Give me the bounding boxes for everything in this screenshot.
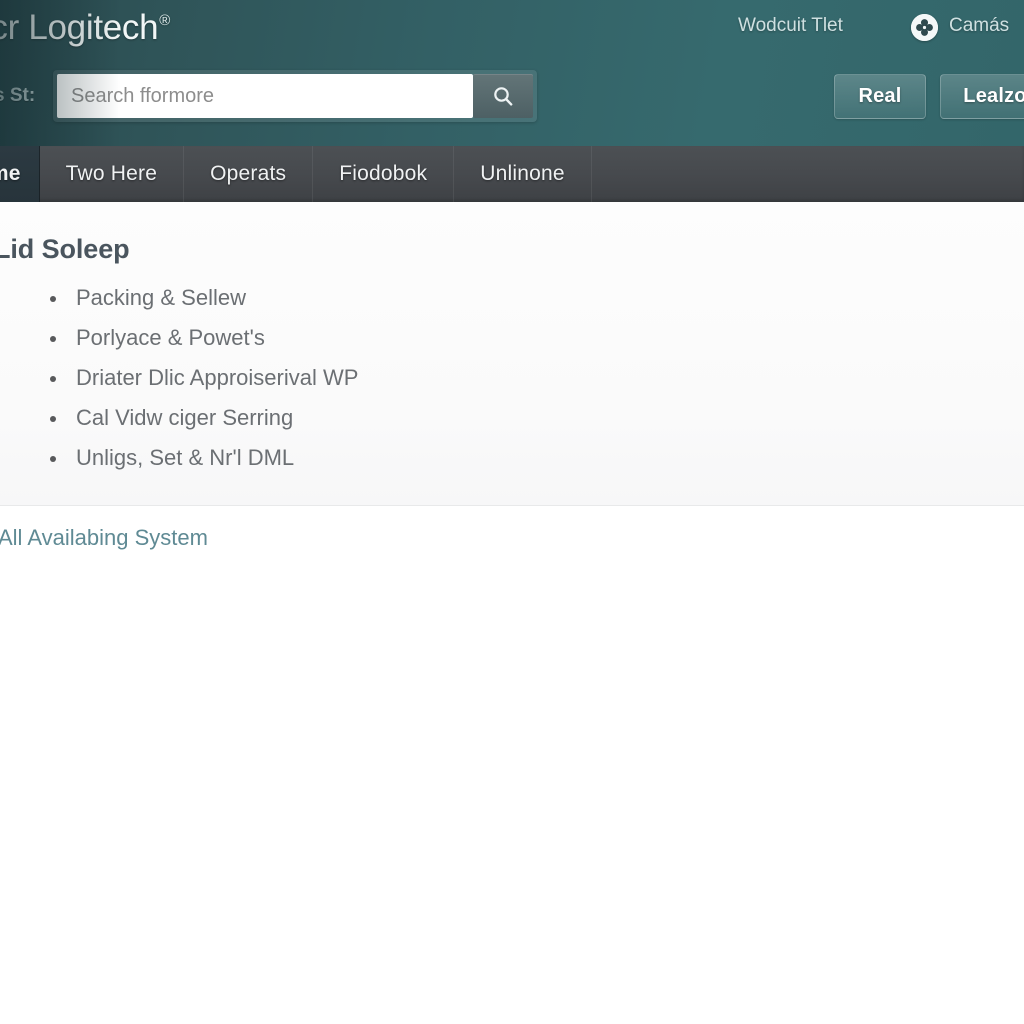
clover-badge-icon[interactable] — [911, 14, 938, 41]
tab-operats[interactable]: Operats — [184, 146, 314, 202]
util-link-1[interactable]: Wodcuit Tlet — [738, 15, 843, 37]
tab-fiodobok[interactable]: Fiodobok — [313, 146, 455, 202]
list-item[interactable]: Cal Vidw ciger Serring — [0, 398, 358, 438]
main-content: Lid Soleep Packing & Sellew Porlyace & P… — [0, 202, 1024, 1024]
list-item[interactable]: Driater Dlic Approiserival WP — [0, 358, 358, 398]
site-header: ificr Logitech® Wodcuit Tlet Camás s St: — [0, 0, 1024, 146]
content-panel: Lid Soleep Packing & Sellew Porlyace & P… — [0, 202, 1024, 505]
empty-content-area — [0, 562, 1024, 1024]
list-item[interactable]: Unligs, Set & Nr'l DML — [0, 438, 358, 478]
search-input[interactable] — [57, 74, 473, 118]
search-submit-button[interactable] — [473, 74, 533, 118]
tab-unlinone[interactable]: Unlinone — [454, 146, 592, 202]
feature-list: Packing & Sellew Porlyace & Powet's Dria… — [0, 278, 358, 478]
page-title: Lid Soleep — [0, 234, 130, 264]
util-link-2[interactable]: Camás — [949, 15, 1009, 37]
content-divider — [0, 505, 1024, 506]
tab-home[interactable]: ame — [0, 146, 40, 202]
tab-two-here[interactable]: Two Here — [40, 146, 185, 202]
header-button-real[interactable]: Real — [834, 74, 926, 119]
tabbar-filler — [592, 146, 1024, 202]
brand-name: ificr Logitech — [0, 8, 159, 47]
list-item[interactable]: Packing & Sellew — [0, 278, 358, 318]
list-item[interactable]: Porlyace & Powet's — [0, 318, 358, 358]
search-prefix-label: s St: — [0, 85, 36, 106]
registered-trademark-icon: ® — [159, 12, 171, 29]
main-navigation-tabs: ame Two Here Operats Fiodobok Unlinone — [0, 146, 1024, 202]
header-button-lealzo[interactable]: Lealzo — [940, 74, 1024, 119]
search-icon — [491, 84, 515, 108]
brand-logo[interactable]: ificr Logitech® — [0, 8, 170, 48]
search-bar — [53, 70, 537, 122]
all-available-system-link[interactable]: All Availabing System — [0, 525, 208, 551]
app-root: ificr Logitech® Wodcuit Tlet Camás s St: — [0, 0, 1024, 1024]
